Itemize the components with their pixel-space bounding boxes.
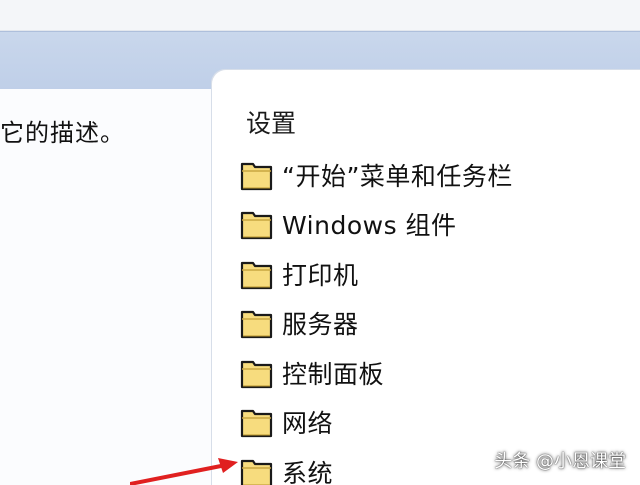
- folder-icon: [240, 207, 274, 241]
- tree-item-server[interactable]: 服务器: [240, 299, 513, 349]
- folder-icon: [240, 158, 274, 192]
- description-text: 它的描述。: [0, 119, 125, 147]
- tree-item-system[interactable]: 系统: [240, 447, 513, 485]
- tree-item-label: 系统: [282, 458, 334, 485]
- tree-item-control-panel[interactable]: 控制面板: [240, 348, 513, 398]
- red-arrow-annotation: [130, 458, 238, 485]
- settings-tree: “开始”菜单和任务栏 Windows 组件 打印机 服务器 控制面板 网络 系统: [240, 150, 513, 485]
- folder-icon: [240, 455, 274, 485]
- description-pane: [0, 89, 227, 485]
- tree-item-label: “开始”菜单和任务栏: [282, 161, 513, 191]
- folder-icon: [240, 257, 274, 291]
- window-top-strip: [0, 0, 640, 31]
- tree-item-label: 网络: [282, 409, 334, 439]
- tree-item-windows-components[interactable]: Windows 组件: [240, 200, 513, 250]
- tree-item-network[interactable]: 网络: [240, 398, 513, 448]
- folder-icon: [240, 306, 274, 340]
- tree-item-label: 打印机: [282, 260, 359, 290]
- watermark-text: 头条 @小恩课堂: [494, 451, 626, 472]
- folder-icon: [240, 356, 274, 390]
- tree-item-label: 服务器: [282, 310, 359, 340]
- tree-item-printers[interactable]: 打印机: [240, 249, 513, 299]
- tree-item-start-menu-taskbar[interactable]: “开始”菜单和任务栏: [240, 150, 513, 200]
- tree-item-label: 控制面板: [282, 359, 385, 389]
- settings-header: 设置: [246, 109, 297, 138]
- folder-icon: [240, 405, 274, 439]
- tree-item-label: Windows 组件: [282, 211, 457, 241]
